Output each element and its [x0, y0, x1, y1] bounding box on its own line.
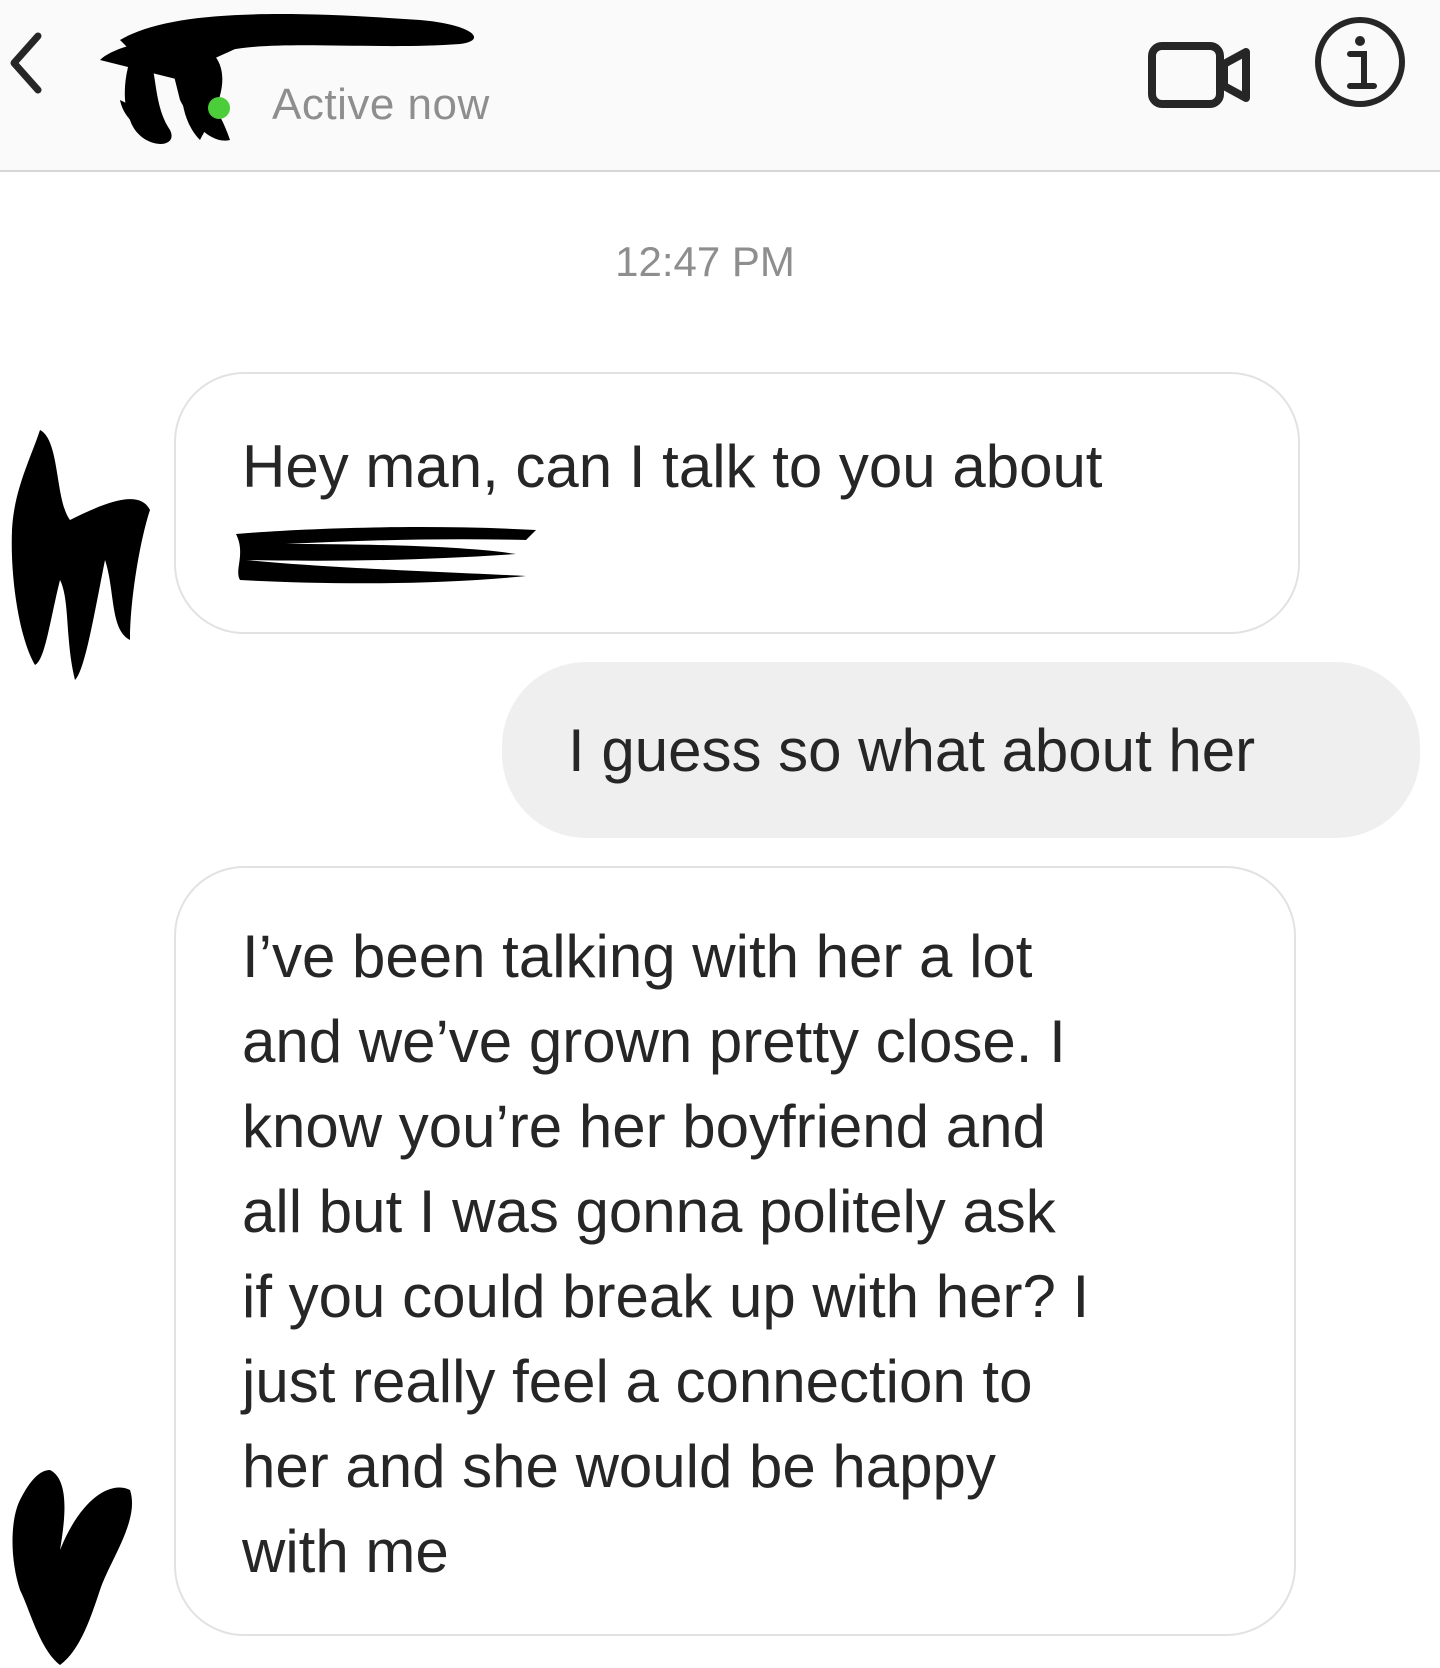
incoming-message-bubble[interactable]: I’ve been talking with her a lot and we’… [174, 866, 1296, 1636]
message-text: I’ve been talking with her a lot and we’… [242, 923, 1090, 1585]
video-camera-icon[interactable] [1146, 40, 1256, 110]
redacted-avatar [11, 430, 151, 680]
active-status-text: Active now [272, 80, 490, 129]
incoming-message-bubble[interactable]: Hey man, can I talk to you about [174, 372, 1300, 634]
active-status-dot [208, 97, 230, 119]
message-text: Hey man, can I talk to you about [242, 433, 1103, 500]
message-timestamp: 12:47 PM [615, 238, 795, 285]
redacted-text [236, 527, 536, 584]
message-text: I guess so what about her [568, 717, 1256, 784]
redacted-avatar [12, 1470, 133, 1665]
info-icon[interactable] [1312, 14, 1408, 110]
chevron-left-icon[interactable] [6, 28, 46, 98]
outgoing-message-bubble[interactable]: I guess so what about her [502, 662, 1420, 838]
chat-header: Active now [0, 0, 1440, 172]
